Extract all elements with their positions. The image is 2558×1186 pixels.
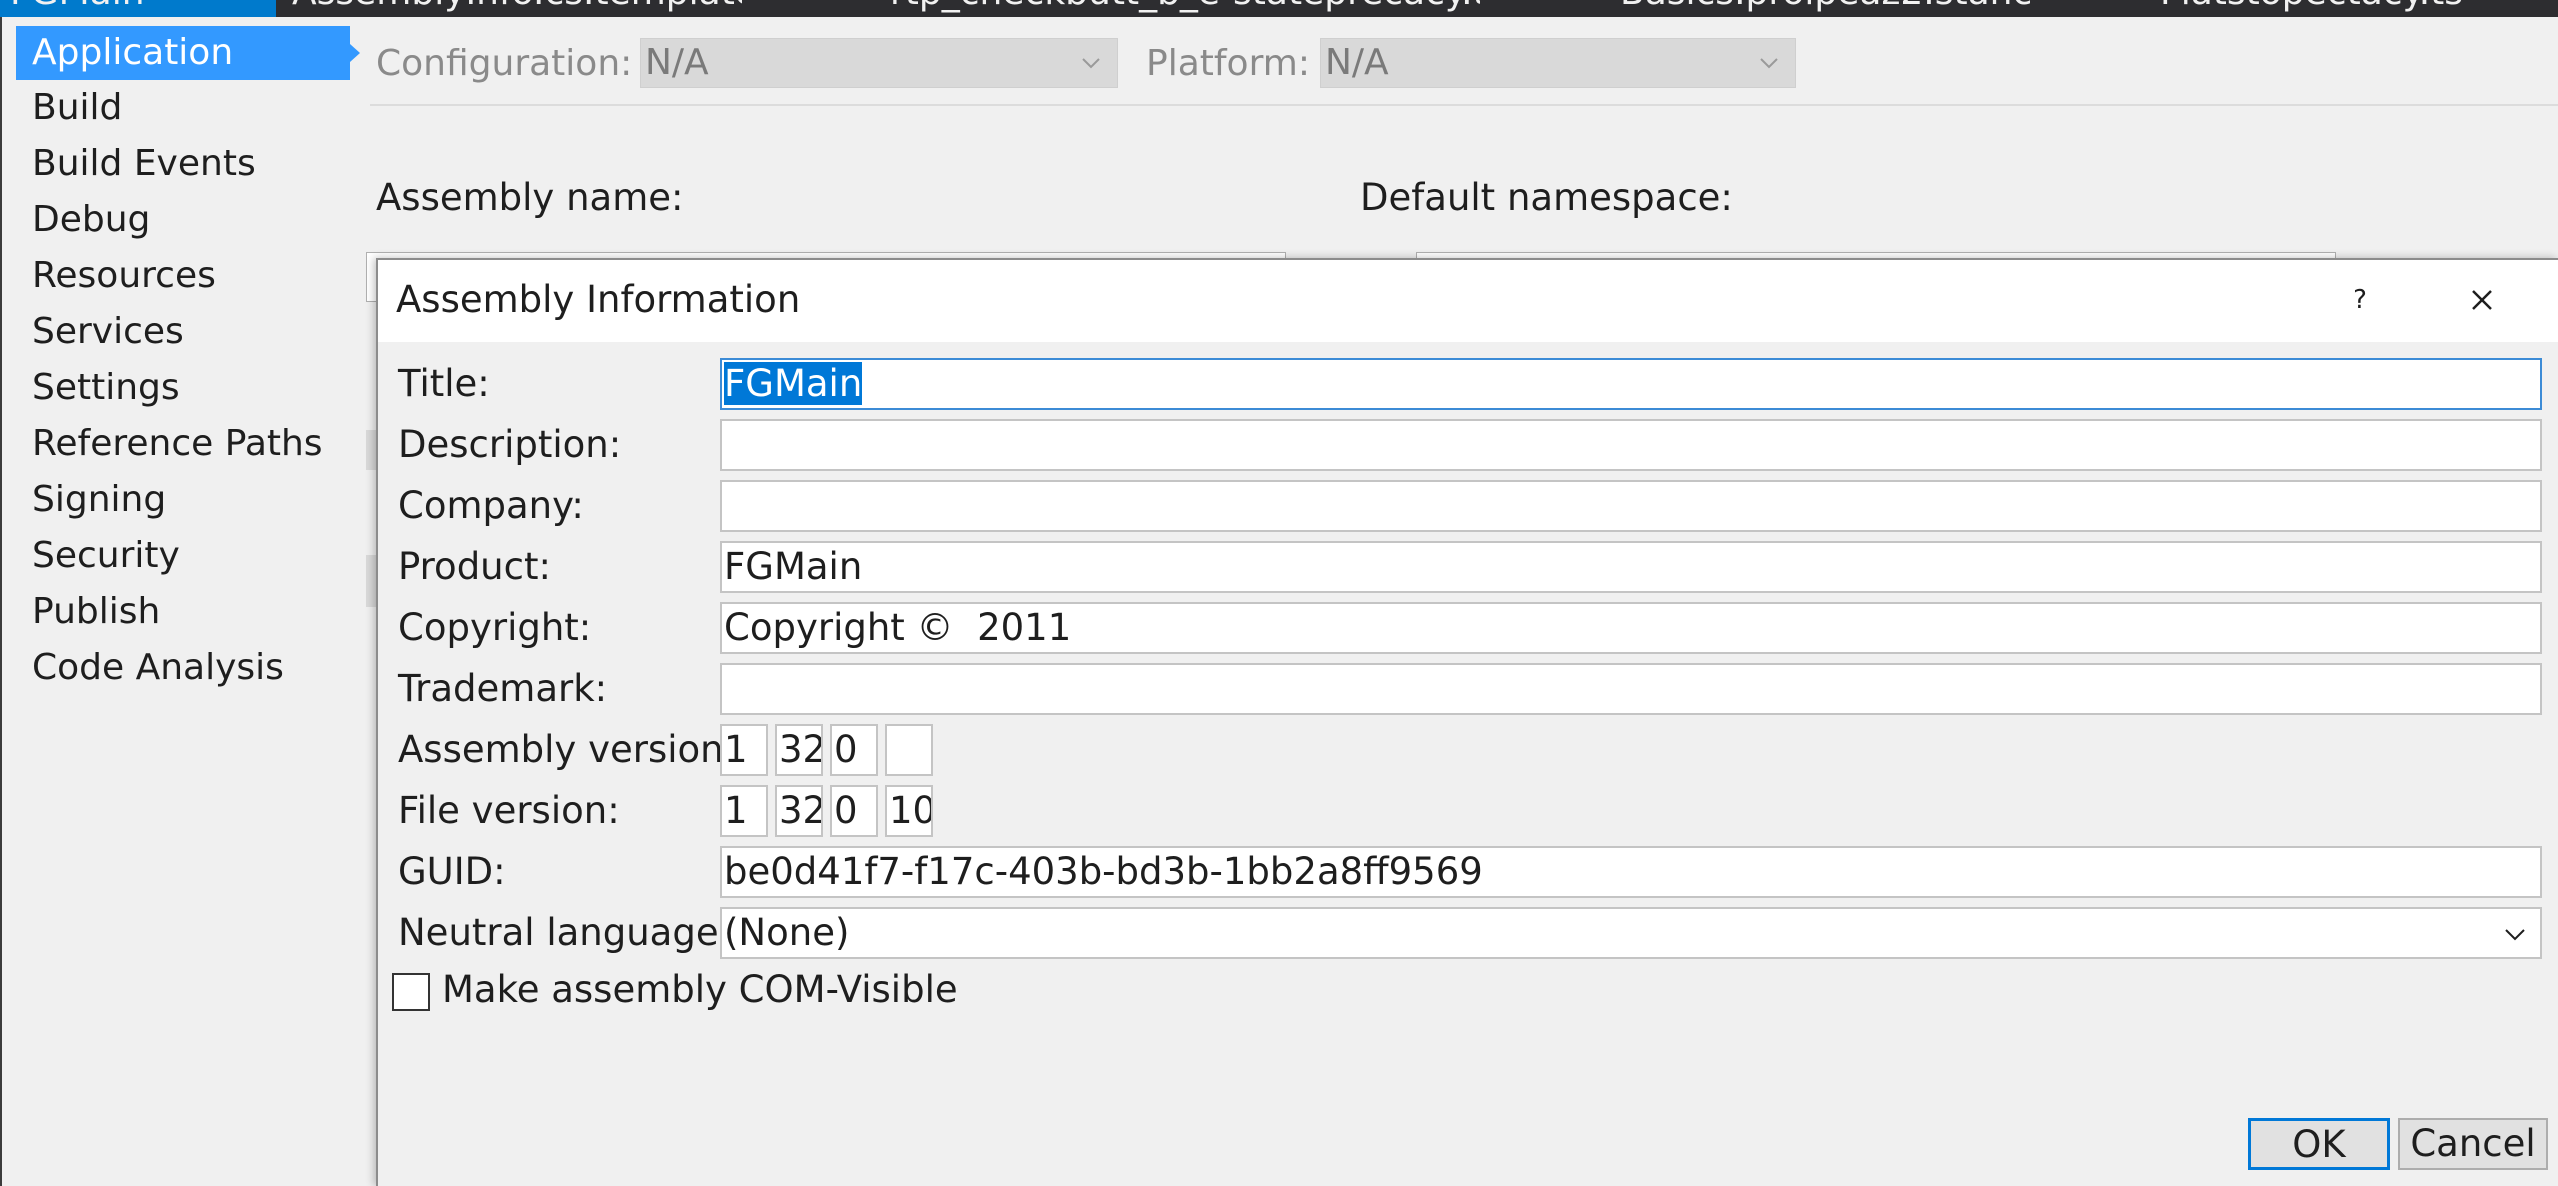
configuration-dropdown[interactable]: N/A <box>640 38 1118 88</box>
neutral-language-value: (None) <box>724 911 850 954</box>
tab-flatstop[interactable]: Flatstopectacy.ts <box>2150 0 2558 17</box>
sidebar-item-publish[interactable]: Publish <box>16 585 350 639</box>
configuration-label: Configuration: <box>376 43 633 84</box>
com-visible-checkbox[interactable] <box>392 973 430 1011</box>
cancel-button[interactable]: Cancel <box>2398 1118 2548 1170</box>
dialog-title: Assembly Information <box>396 278 801 321</box>
sidebar-item-label: Build <box>32 87 123 128</box>
tab-fgmain[interactable]: FGMain <box>0 0 276 17</box>
platform-dropdown[interactable]: N/A <box>1320 38 1796 88</box>
ok-button[interactable]: OK <box>2248 1118 2390 1170</box>
sidebar-item-signing[interactable]: Signing <box>16 473 350 527</box>
sidebar-item-label: Signing <box>32 479 167 520</box>
chevron-down-icon <box>2505 929 2525 941</box>
neutral-language-label: Neutral language: <box>398 911 732 954</box>
assembly-name-label: Assembly name: <box>376 176 684 219</box>
assembly-version-revision[interactable] <box>885 724 933 776</box>
title-input[interactable]: FGMain <box>720 358 2542 410</box>
product-input[interactable]: FGMain <box>720 541 2542 593</box>
product-label: Product: <box>398 545 551 588</box>
assembly-version-label: Assembly version: <box>398 728 737 771</box>
sidebar-item-resources[interactable]: Resources <box>16 249 350 303</box>
tab-checkbutton[interactable]: rtp_checkbutt_b_e-stateprecacy.ts <box>880 0 1480 17</box>
chevron-down-icon <box>1082 58 1100 69</box>
file-version-minor[interactable]: 32 <box>775 785 823 837</box>
tab-assemblyinfo[interactable]: AssemblyInfo.cs.template <box>282 0 742 17</box>
sidebar-item-label: Settings <box>32 367 180 408</box>
document-tab-strip: FGMain AssemblyInfo.cs.template rtp_chec… <box>0 0 2558 17</box>
platform-label: Platform: <box>1146 43 1310 84</box>
sidebar-item-label: Application <box>32 32 234 73</box>
platform-value: N/A <box>1325 42 1389 83</box>
close-button[interactable] <box>2452 272 2512 328</box>
title-value: FGMain <box>724 362 863 405</box>
sidebar-item-debug[interactable]: Debug <box>16 193 350 247</box>
tab-label: rtp_checkbutt_b_e-stateprecacy.ts <box>890 0 1480 13</box>
assembly-version-build[interactable]: 0 <box>830 724 878 776</box>
tab-label: FGMain <box>10 0 145 13</box>
copyright-input[interactable]: Copyright © 2011 <box>720 602 2542 654</box>
tab-label: Basics.prolpeaz2.stance <box>1620 0 2030 13</box>
guid-label: GUID: <box>398 850 506 893</box>
sidebar-item-label: Security <box>32 535 180 576</box>
sidebar-item-application[interactable]: Application <box>16 26 360 80</box>
separator <box>370 104 2558 106</box>
trademark-input[interactable] <box>720 663 2542 715</box>
configuration-value: N/A <box>645 42 709 83</box>
tab-basics[interactable]: Basics.prolpeaz2.stance <box>1610 0 2030 17</box>
close-icon <box>2472 290 2492 310</box>
dialog-titlebar: Assembly Information ? <box>378 260 2558 342</box>
description-label: Description: <box>398 423 622 466</box>
sidebar-item-label: Publish <box>32 591 161 632</box>
sidebar-item-services[interactable]: Services <box>16 305 350 359</box>
sidebar-item-settings[interactable]: Settings <box>16 361 350 415</box>
default-namespace-label: Default namespace: <box>1360 176 1733 219</box>
assembly-information-dialog: Assembly Information ? Title: FGMain Des… <box>376 258 2558 1186</box>
sidebar-item-label: Resources <box>32 255 216 296</box>
project-properties-sidebar: Application Build Build Events Debug Res… <box>0 17 360 1186</box>
guid-input[interactable]: be0d41f7-f17c-403b-bd3b-1bb2a8ff9569 <box>720 846 2542 898</box>
selection-arrow-icon <box>350 44 360 62</box>
sidebar-item-label: Build Events <box>32 143 256 184</box>
company-label: Company: <box>398 484 584 527</box>
sidebar-item-code-analysis[interactable]: Code Analysis <box>16 641 350 695</box>
tab-label: Flatstopectacy.ts <box>2160 0 2463 13</box>
title-label: Title: <box>398 362 490 405</box>
assembly-version-major[interactable]: 1 <box>720 724 768 776</box>
company-input[interactable] <box>720 480 2542 532</box>
chevron-down-icon <box>1760 58 1778 69</box>
sidebar-item-reference-paths[interactable]: Reference Paths <box>16 417 350 471</box>
tab-label: AssemblyInfo.cs.template <box>292 0 742 13</box>
file-version-revision[interactable]: 10 <box>885 785 933 837</box>
sidebar-item-build-events[interactable]: Build Events <box>16 137 350 191</box>
help-button[interactable]: ? <box>2334 272 2386 328</box>
assembly-version-minor[interactable]: 32 <box>775 724 823 776</box>
file-version-major[interactable]: 1 <box>720 785 768 837</box>
file-version-build[interactable]: 0 <box>830 785 878 837</box>
copyright-label: Copyright: <box>398 606 592 649</box>
com-visible-label: Make assembly COM-Visible <box>442 968 958 1011</box>
neutral-language-dropdown[interactable]: (None) <box>720 907 2542 959</box>
sidebar-item-label: Code Analysis <box>32 647 284 688</box>
description-input[interactable] <box>720 419 2542 471</box>
sidebar-item-security[interactable]: Security <box>16 529 350 583</box>
sidebar-item-label: Services <box>32 311 184 352</box>
file-version-label: File version: <box>398 789 620 832</box>
sidebar-item-build[interactable]: Build <box>16 81 350 135</box>
trademark-label: Trademark: <box>398 667 608 710</box>
sidebar-item-label: Debug <box>32 199 151 240</box>
sidebar-item-label: Reference Paths <box>32 423 323 464</box>
